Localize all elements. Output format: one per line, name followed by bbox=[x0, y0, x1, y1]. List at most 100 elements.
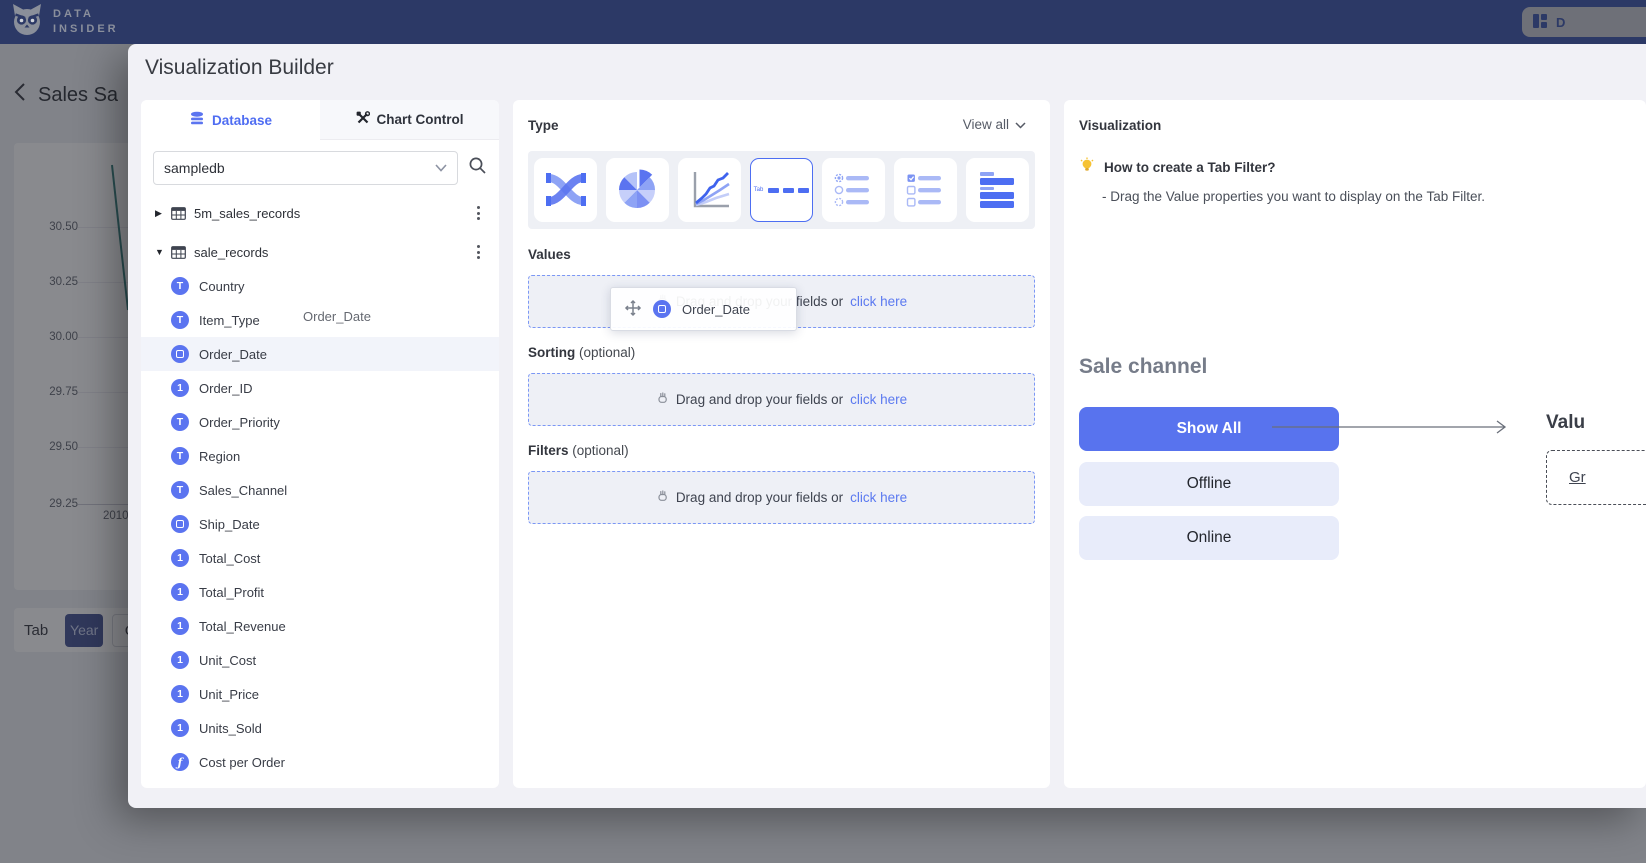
chart-type-line[interactable] bbox=[678, 158, 741, 222]
text-field-icon: T bbox=[171, 311, 189, 329]
formula-field-icon: ƒ bbox=[171, 753, 189, 771]
field-row[interactable]: T Region bbox=[141, 439, 499, 473]
move-icon bbox=[624, 299, 642, 320]
number-field-icon: 1 bbox=[171, 583, 189, 601]
visualization-builder-modal: Visualization Builder Order_Date Databas… bbox=[128, 44, 1646, 808]
kebab-menu-icon[interactable] bbox=[471, 200, 486, 225]
tip-title: How to create a Tab Filter? bbox=[1104, 160, 1276, 175]
text-field-icon: T bbox=[171, 277, 189, 295]
table-name: 5m_sales_records bbox=[194, 206, 300, 221]
chevron-expanded-icon[interactable]: ▼ bbox=[155, 247, 171, 257]
text-field-icon: T bbox=[171, 447, 189, 465]
panel-tabs: Database Chart Control bbox=[141, 100, 499, 140]
number-field-icon: 1 bbox=[171, 549, 189, 567]
widget-title: Sale channel bbox=[1079, 355, 1207, 379]
dropzone-hint: Drag and drop your fields or bbox=[676, 490, 843, 505]
app-logo[interactable]: DATA INSIDER bbox=[10, 3, 119, 42]
filters-section-title: Filters (optional) bbox=[528, 443, 629, 458]
logo-line-1: DATA bbox=[53, 7, 119, 22]
field-label: Region bbox=[199, 449, 240, 464]
field-row[interactable]: 1Units_Sold bbox=[141, 711, 499, 745]
annotation-arrow bbox=[1272, 419, 1512, 435]
field-label: Total_Cost bbox=[199, 551, 260, 566]
field-row[interactable]: 1Total_Revenue bbox=[141, 609, 499, 643]
kebab-menu-icon[interactable] bbox=[471, 239, 486, 264]
field-row[interactable]: TSales_Channel bbox=[141, 473, 499, 507]
drag-chip-label: Order_Date bbox=[682, 302, 750, 317]
field-row[interactable]: 1Unit_Price bbox=[141, 677, 499, 711]
field-row[interactable]: 1 Total_Cost bbox=[141, 541, 499, 575]
text-field-icon: T bbox=[171, 413, 189, 431]
drag-ghost-text: Order_Date bbox=[303, 309, 371, 324]
logo-line-2: INSIDER bbox=[53, 22, 119, 37]
field-label: Order_Priority bbox=[199, 415, 280, 430]
online-button[interactable]: Online bbox=[1079, 516, 1339, 560]
view-all-dropdown[interactable]: View all bbox=[963, 117, 1026, 132]
modal-title: Visualization Builder bbox=[145, 56, 334, 80]
field-label: Item_Type bbox=[199, 313, 260, 328]
chart-type-radio-list[interactable] bbox=[822, 158, 885, 222]
drag-chip-order-date[interactable]: Order_Date bbox=[610, 287, 797, 331]
table-icon bbox=[171, 246, 186, 259]
field-row[interactable]: 1Unit_Cost bbox=[141, 643, 499, 677]
chart-type-checkbox-list[interactable] bbox=[894, 158, 957, 222]
dashboard-button[interactable]: D bbox=[1522, 7, 1646, 37]
grab-hand-icon bbox=[656, 391, 669, 408]
database-icon bbox=[189, 111, 205, 130]
search-icon[interactable] bbox=[468, 156, 487, 180]
chart-type-pie[interactable] bbox=[606, 158, 669, 222]
field-row[interactable]: 1Order_ID bbox=[141, 371, 499, 405]
date-field-icon bbox=[171, 515, 189, 533]
field-label: Total_Revenue bbox=[199, 619, 286, 634]
field-label: Cost per Order bbox=[199, 755, 285, 770]
chart-type-sankey[interactable] bbox=[534, 158, 597, 222]
field-row[interactable]: 1Total_Profit bbox=[141, 575, 499, 609]
annotation-link[interactable]: Gr bbox=[1569, 469, 1586, 486]
visualization-preview-panel: Visualization How to create a Tab Filter… bbox=[1064, 100, 1646, 788]
owl-logo-icon bbox=[10, 3, 44, 42]
table-row[interactable]: ▼ sale_records bbox=[141, 235, 499, 269]
tab-chart-control[interactable]: Chart Control bbox=[320, 100, 499, 140]
sorting-section-title: Sorting (optional) bbox=[528, 345, 635, 360]
tip-body: - Drag the Value properties you want to … bbox=[1102, 189, 1485, 204]
chart-type-list[interactable] bbox=[966, 158, 1029, 222]
chart-type-strip: Tab bbox=[528, 151, 1035, 229]
sorting-dropzone[interactable]: Drag and drop your fields or click here bbox=[528, 373, 1035, 426]
field-row-dragging[interactable]: Order_Date bbox=[141, 337, 499, 371]
field-row[interactable]: Ship_Date bbox=[141, 507, 499, 541]
field-row[interactable]: ƒ Cost per Order bbox=[141, 745, 499, 779]
chevron-right-icon[interactable]: ▶ bbox=[155, 208, 171, 219]
click-here-link[interactable]: click here bbox=[850, 294, 907, 309]
number-field-icon: 1 bbox=[171, 719, 189, 737]
visualization-title: Visualization bbox=[1079, 118, 1161, 133]
tab-database[interactable]: Database bbox=[141, 100, 320, 140]
dashboard-button-label: D bbox=[1556, 15, 1565, 30]
field-label: Sales_Channel bbox=[199, 483, 287, 498]
chevron-down-icon bbox=[1015, 117, 1026, 132]
field-label: Country bbox=[199, 279, 245, 294]
dashboard-grid-icon bbox=[1532, 13, 1548, 32]
values-section-title: Values bbox=[528, 247, 571, 262]
tab-database-label: Database bbox=[212, 113, 272, 128]
database-select-value: sampledb bbox=[164, 160, 225, 176]
chart-type-tab-filter-selected[interactable]: Tab bbox=[750, 158, 813, 222]
table-icon bbox=[171, 207, 186, 220]
field-label: Order_ID bbox=[199, 381, 252, 396]
database-panel: Database Chart Control sampledb bbox=[141, 100, 499, 788]
lightbulb-icon bbox=[1079, 157, 1095, 177]
table-row[interactable]: ▶ 5m_sales_records bbox=[141, 196, 499, 230]
click-here-link[interactable]: click here bbox=[850, 392, 907, 407]
tab-filter-icon: Tab bbox=[754, 187, 810, 193]
date-field-icon bbox=[653, 300, 671, 318]
type-section-title: Type bbox=[528, 118, 559, 133]
offline-button[interactable]: Offline bbox=[1079, 462, 1339, 506]
field-row[interactable]: T Country bbox=[141, 269, 499, 303]
click-here-link[interactable]: click here bbox=[850, 490, 907, 505]
database-select[interactable]: sampledb bbox=[153, 151, 458, 185]
number-field-icon: 1 bbox=[171, 685, 189, 703]
dropzone-hint: Drag and drop your fields or bbox=[676, 392, 843, 407]
tip-row: How to create a Tab Filter? bbox=[1079, 157, 1276, 177]
chevron-down-icon bbox=[435, 164, 447, 172]
filters-dropzone[interactable]: Drag and drop your fields or click here bbox=[528, 471, 1035, 524]
field-row[interactable]: T Order_Priority bbox=[141, 405, 499, 439]
